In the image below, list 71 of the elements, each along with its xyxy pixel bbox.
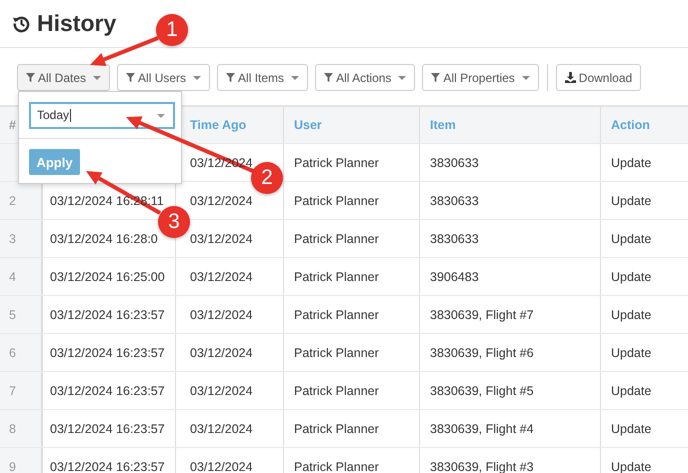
filter-icon — [26, 73, 35, 82]
table-cell: Patrick Planner — [283, 334, 419, 371]
row-number-cell: 4 — [0, 258, 41, 295]
table-cell: Patrick Planner — [283, 372, 419, 409]
table-cell: 3830639, Flight #7 — [419, 296, 600, 333]
callout-number: 1 — [156, 14, 188, 46]
history-icon — [12, 14, 31, 33]
table-cell: Update — [600, 182, 688, 219]
row-number-cell: 8 — [0, 410, 41, 447]
callout-arrow — [90, 36, 159, 66]
table-cell: 3830633 — [419, 144, 600, 181]
caret-icon — [398, 76, 406, 80]
table-cell: Update — [600, 372, 688, 409]
table-cell: 03/12/2024 — [175, 410, 283, 447]
table-cell: 03/12/2024 — [175, 296, 283, 333]
table-cell: 03/12/2024 16:25:00 — [41, 258, 175, 295]
table-cell: Patrick Planner — [283, 410, 419, 447]
table-cell: 03/12/2024 16:23:57 — [41, 334, 175, 371]
table-cell: Update — [600, 296, 688, 333]
caret-icon — [157, 114, 165, 118]
callout-number: 2 — [251, 162, 283, 194]
table-cell: Update — [600, 448, 688, 473]
filter-dropdown[interactable]: All Users — [117, 64, 210, 91]
table-cell: 03/12/2024 — [175, 372, 283, 409]
table-cell: Patrick Planner — [283, 258, 419, 295]
filter-icon — [431, 73, 440, 82]
table-cell: 03/12/2024 16:23:57 — [41, 410, 175, 447]
caret-icon — [193, 76, 202, 80]
download-button[interactable]: Download — [556, 64, 642, 91]
table-cell: 3906483 — [419, 258, 600, 295]
table-cell: 3830639, Flight #6 — [419, 334, 600, 371]
page-title: History — [37, 10, 116, 37]
table-cell: Update — [600, 220, 688, 257]
table-cell: Patrick Planner — [283, 144, 419, 181]
table-cell: Patrick Planner — [283, 448, 419, 473]
caret-icon — [522, 76, 530, 80]
filter-icon — [324, 73, 334, 82]
row-number-cell: 2 — [0, 182, 41, 219]
table-cell: Patrick Planner — [283, 296, 419, 333]
table-cell: Update — [600, 410, 688, 447]
filter-dropdown[interactable]: All Actions — [315, 64, 416, 91]
table-cell: 3830639, Flight #5 — [419, 372, 600, 409]
table-cell: 03/12/2024 16:23:57 — [41, 448, 175, 473]
row-number-cell: 6 — [0, 334, 41, 371]
table-cell: Update — [600, 334, 688, 371]
filter-icon — [126, 73, 136, 82]
table-cell: Update — [600, 144, 688, 181]
row-number-cell: 7 — [0, 372, 41, 409]
table-cell: 3830633 — [419, 182, 600, 219]
caret-icon — [291, 76, 300, 80]
filter-dropdown[interactable]: All Items — [217, 64, 308, 91]
filter-dropdown[interactable]: All Properties — [422, 64, 539, 91]
table-cell: Patrick Planner — [283, 220, 419, 257]
table-cell: 03/12/2024 — [175, 448, 283, 473]
caret-icon — [93, 76, 102, 80]
row-number-cell: 5 — [0, 296, 41, 333]
table-cell: Update — [600, 258, 688, 295]
filter-icon — [226, 73, 236, 82]
table-cell: 03/12/2024 — [175, 334, 283, 371]
table-cell: 3830639, Flight #4 — [419, 410, 600, 447]
row-number-cell: 9 — [0, 448, 41, 473]
table-cell: Patrick Planner — [283, 182, 419, 219]
row-number-cell: 3 — [0, 220, 41, 257]
download-icon — [564, 72, 576, 83]
table-cell: 3830633 — [419, 220, 600, 257]
table-cell: 03/12/2024 — [175, 258, 283, 295]
table-cell: 03/12/2024 16:23:57 — [41, 372, 175, 409]
table-cell: 3830639, Flight #3 — [419, 448, 600, 473]
date-range-select[interactable]: Today — [29, 102, 175, 128]
filter-dropdown[interactable]: All Dates — [17, 64, 110, 91]
table-cell: 03/12/2024 16:23:57 — [41, 296, 175, 333]
